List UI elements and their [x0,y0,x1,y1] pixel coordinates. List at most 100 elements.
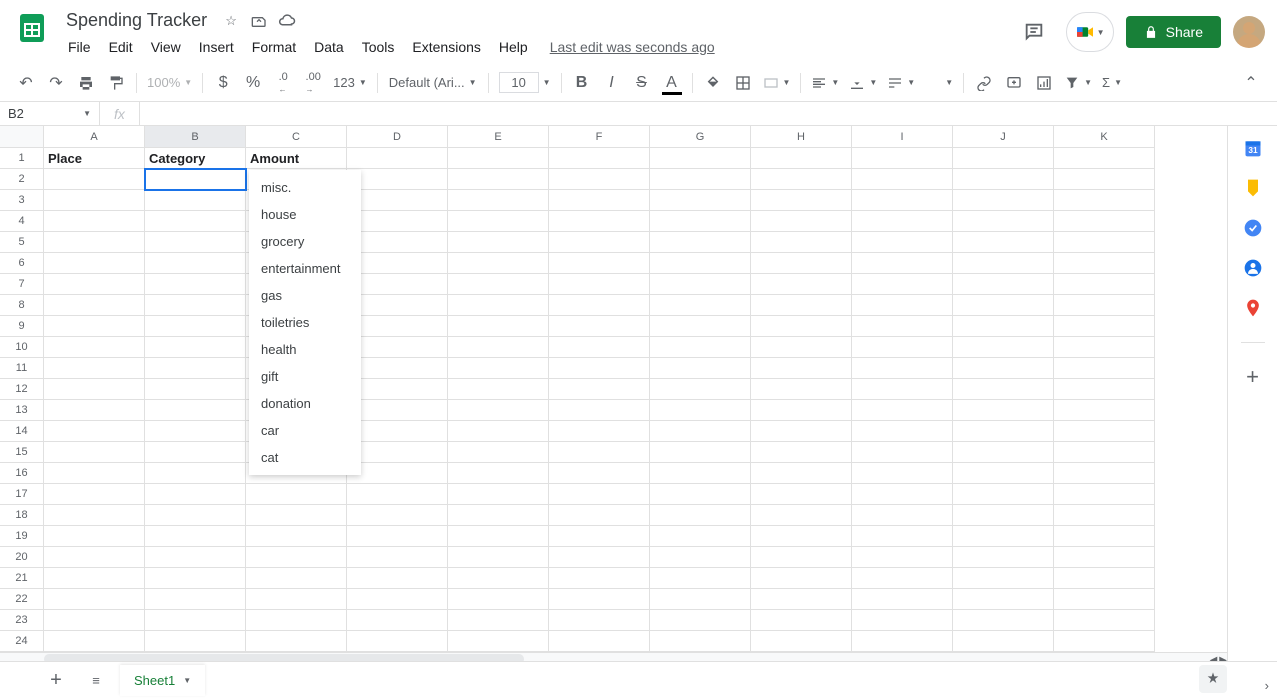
cell-A10[interactable] [44,337,145,358]
cell-B9[interactable] [145,316,246,337]
cell-B14[interactable] [145,421,246,442]
cell-A7[interactable] [44,274,145,295]
row-header-10[interactable]: 10 [0,337,44,358]
cell-H19[interactable] [751,526,852,547]
cell-E23[interactable] [448,610,549,631]
cell-A11[interactable] [44,358,145,379]
cell-H7[interactable] [751,274,852,295]
cell-H23[interactable] [751,610,852,631]
name-box[interactable]: B2▼ [0,102,100,125]
menu-help[interactable]: Help [491,35,536,59]
cell-J2[interactable] [953,169,1054,190]
row-header-1[interactable]: 1 [0,148,44,169]
cell-E13[interactable] [448,400,549,421]
cell-B2[interactable] [145,169,246,190]
explore-button[interactable] [1199,665,1227,693]
cell-J14[interactable] [953,421,1054,442]
cell-D10[interactable] [347,337,448,358]
cell-A2[interactable] [44,169,145,190]
cell-K8[interactable] [1054,295,1155,316]
cell-C21[interactable] [246,568,347,589]
cell-B17[interactable] [145,484,246,505]
cell-D23[interactable] [347,610,448,631]
cell-A16[interactable] [44,463,145,484]
col-header-F[interactable]: F [549,126,650,148]
cell-A14[interactable] [44,421,145,442]
cell-H15[interactable] [751,442,852,463]
dropdown-item[interactable]: entertainment [249,255,361,282]
cell-F15[interactable] [549,442,650,463]
col-header-C[interactable]: C [246,126,347,148]
halign-button[interactable]: ▼ [807,75,843,91]
cell-E6[interactable] [448,253,549,274]
cell-G21[interactable] [650,568,751,589]
cell-B21[interactable] [145,568,246,589]
menu-tools[interactable]: Tools [354,35,403,59]
cell-K12[interactable] [1054,379,1155,400]
cell-B19[interactable] [145,526,246,547]
menu-insert[interactable]: Insert [191,35,242,59]
cell-B16[interactable] [145,463,246,484]
cell-C1[interactable]: Amount [246,148,347,169]
cell-I9[interactable] [852,316,953,337]
cell-B1[interactable]: Category [145,148,246,169]
cell-C20[interactable] [246,547,347,568]
cell-F9[interactable] [549,316,650,337]
cell-F8[interactable] [549,295,650,316]
cell-H17[interactable] [751,484,852,505]
cell-K13[interactable] [1054,400,1155,421]
cell-J11[interactable] [953,358,1054,379]
cell-K21[interactable] [1054,568,1155,589]
col-header-I[interactable]: I [852,126,953,148]
col-header-H[interactable]: H [751,126,852,148]
menu-file[interactable]: File [60,35,99,59]
cell-J20[interactable] [953,547,1054,568]
keep-icon[interactable] [1243,178,1263,198]
cell-F16[interactable] [549,463,650,484]
cell-G23[interactable] [650,610,751,631]
cell-J1[interactable] [953,148,1054,169]
row-header-5[interactable]: 5 [0,232,44,253]
cell-H14[interactable] [751,421,852,442]
cell-D3[interactable] [347,190,448,211]
cell-G19[interactable] [650,526,751,547]
cell-E18[interactable] [448,505,549,526]
cell-A19[interactable] [44,526,145,547]
fill-color-button[interactable] [699,69,727,97]
cell-D13[interactable] [347,400,448,421]
cell-B3[interactable] [145,190,246,211]
cell-I1[interactable] [852,148,953,169]
side-panel-toggle[interactable]: › [1265,678,1269,693]
cell-D20[interactable] [347,547,448,568]
cell-H1[interactable] [751,148,852,169]
cell-J19[interactable] [953,526,1054,547]
percent-button[interactable]: % [239,69,267,97]
cell-B6[interactable] [145,253,246,274]
cell-H9[interactable] [751,316,852,337]
cell-A22[interactable] [44,589,145,610]
cell-B4[interactable] [145,211,246,232]
cell-E21[interactable] [448,568,549,589]
collapse-toolbar-button[interactable]: ⌃ [1237,69,1265,97]
cell-K6[interactable] [1054,253,1155,274]
cell-J23[interactable] [953,610,1054,631]
bold-button[interactable]: B [568,69,596,97]
cell-B12[interactable] [145,379,246,400]
cell-A8[interactable] [44,295,145,316]
sheet-tab-menu-icon[interactable]: ▼ [183,676,191,685]
link-button[interactable] [970,69,998,97]
maps-icon[interactable] [1243,298,1263,318]
merge-button[interactable]: ▼ [759,75,795,91]
cell-G11[interactable] [650,358,751,379]
cell-D22[interactable] [347,589,448,610]
cell-I11[interactable] [852,358,953,379]
col-header-J[interactable]: J [953,126,1054,148]
cell-F2[interactable] [549,169,650,190]
cell-E1[interactable] [448,148,549,169]
row-header-3[interactable]: 3 [0,190,44,211]
cell-D2[interactable] [347,169,448,190]
row-header-4[interactable]: 4 [0,211,44,232]
row-header-20[interactable]: 20 [0,547,44,568]
cell-H16[interactable] [751,463,852,484]
sheets-logo[interactable] [12,8,52,48]
